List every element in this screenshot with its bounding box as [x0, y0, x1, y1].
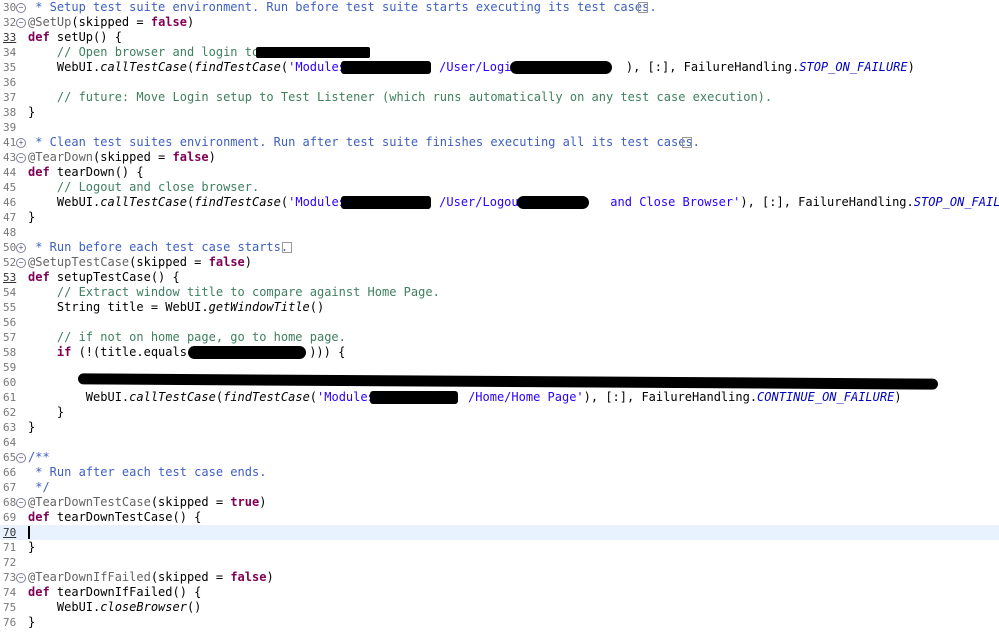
redaction-mark — [510, 61, 612, 74]
collapsed-comment-icon[interactable] — [638, 2, 648, 13]
code-line-41: 41 + * Clean test suites environment. Run… — [3, 135, 700, 149]
code-line-37: 37 // future: Move Login setup to Test L… — [3, 90, 773, 104]
code-line-50: 50 + * Run before each test case starts. — [0, 240, 999, 255]
current-line[interactable]: 70 — [0, 525, 999, 540]
redaction-mark — [517, 196, 589, 209]
redaction-mark — [256, 47, 370, 58]
fold-expanded-icon[interactable]: − — [16, 18, 26, 28]
code-line-73: 73− @TearDownIfFailed(skipped = false) — [3, 570, 274, 584]
code-line-34: 34 // Open browser and login to — [3, 45, 267, 59]
text-cursor — [28, 526, 30, 539]
redaction-mark — [188, 346, 306, 359]
fold-expanded-icon[interactable]: − — [16, 453, 26, 463]
fold-expanded-icon[interactable]: − — [16, 258, 26, 268]
code-line-30: 30− * Setup test suite environment. Run … — [3, 0, 657, 14]
code-editor[interactable]: 30− * Setup test suite environment. Run … — [0, 0, 999, 633]
code-line-52: 52− @SetupTestCase(skipped = false) — [3, 255, 252, 269]
code-line-58: 58 if (!(title.equals())) { — [3, 345, 346, 359]
code-line-35: 35 WebUI.callTestCase(findTestCase('Modu… — [3, 60, 915, 74]
code-line-33: 33 def setUp() { — [3, 30, 122, 44]
collapsed-comment-icon[interactable] — [282, 242, 292, 253]
collapsed-comment-icon[interactable] — [682, 137, 692, 148]
code-line-61: 61 WebUI.callTestCase(findTestCase('Modu… — [3, 390, 902, 404]
fold-expanded-icon[interactable]: − — [16, 498, 26, 508]
fold-collapsed-icon[interactable]: + — [16, 138, 26, 148]
fold-expanded-icon[interactable]: − — [16, 153, 26, 163]
redaction-mark — [370, 391, 458, 404]
code-line-46: 46 WebUI.callTestCase(findTestCase('Modu… — [3, 195, 999, 209]
code-line-68: 68− @TearDownTestCase(skipped = true) — [3, 495, 267, 509]
code-line-43: 43− @TearDown(skipped = false) — [3, 150, 216, 164]
redaction-mark — [341, 196, 431, 209]
fold-expanded-icon[interactable]: − — [16, 3, 26, 13]
redaction-mark — [341, 61, 431, 74]
code-line-65: 65− /** — [3, 450, 50, 464]
fold-collapsed-icon[interactable]: + — [16, 243, 26, 253]
code-line-32: 32− @SetUp(skipped = false) — [3, 15, 195, 29]
fold-expanded-icon[interactable]: − — [16, 573, 26, 583]
